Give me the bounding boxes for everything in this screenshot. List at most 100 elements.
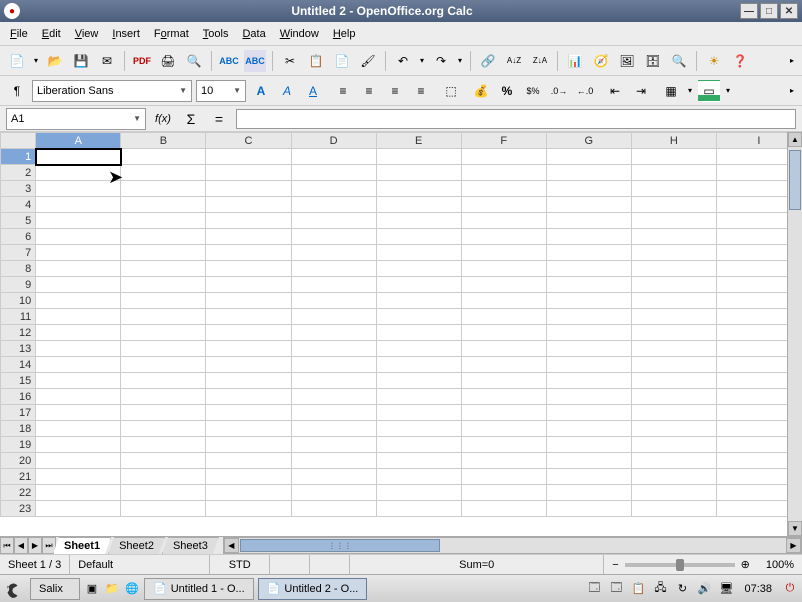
- cell-H19[interactable]: [631, 437, 716, 453]
- cell-F15[interactable]: [461, 373, 546, 389]
- cell-D14[interactable]: [291, 357, 376, 373]
- spellcheck-button[interactable]: ABC: [218, 50, 240, 72]
- cell-B5[interactable]: [121, 213, 206, 229]
- function-wizard-button[interactable]: f(x): [152, 108, 174, 130]
- row-header-21[interactable]: 21: [1, 469, 36, 485]
- cell-A9[interactable]: [36, 277, 121, 293]
- cell-A18[interactable]: [36, 421, 121, 437]
- cell-A8[interactable]: [36, 261, 121, 277]
- cell-H20[interactable]: [631, 453, 716, 469]
- start-menu-button[interactable]: [4, 578, 26, 600]
- sum-button[interactable]: Σ: [180, 108, 202, 130]
- maximize-button[interactable]: □: [760, 3, 778, 19]
- cell-F13[interactable]: [461, 341, 546, 357]
- row-header-20[interactable]: 20: [1, 453, 36, 469]
- cell-F1[interactable]: [461, 149, 546, 165]
- undo-button[interactable]: ↶: [392, 50, 414, 72]
- cell-B4[interactable]: [121, 197, 206, 213]
- column-header-C[interactable]: C: [206, 133, 291, 149]
- cell-C12[interactable]: [206, 325, 291, 341]
- cell-A22[interactable]: [36, 485, 121, 501]
- menu-data[interactable]: Data: [236, 26, 271, 42]
- cell-G23[interactable]: [546, 501, 631, 517]
- cell-A10[interactable]: [36, 293, 121, 309]
- cell-reference-input[interactable]: [11, 113, 131, 125]
- cell-G4[interactable]: [546, 197, 631, 213]
- cell-E18[interactable]: [376, 421, 461, 437]
- row-header-11[interactable]: 11: [1, 309, 36, 325]
- cell-E16[interactable]: [376, 389, 461, 405]
- menu-help[interactable]: Help: [327, 26, 362, 42]
- cell-D21[interactable]: [291, 469, 376, 485]
- zoom-slider[interactable]: [625, 563, 735, 567]
- zoom-button[interactable]: 🔍: [668, 50, 690, 72]
- currency-button[interactable]: 💰: [470, 80, 492, 102]
- autospell-button[interactable]: ABC: [244, 50, 266, 72]
- row-header-2[interactable]: 2: [1, 165, 36, 181]
- align-center-button[interactable]: ≡: [358, 80, 380, 102]
- cell-B11[interactable]: [121, 309, 206, 325]
- taskbar-task[interactable]: 📄Untitled 2 - O...: [258, 578, 368, 600]
- font-size-input[interactable]: [201, 85, 231, 97]
- paste-button[interactable]: 📄: [331, 50, 353, 72]
- toolbar-overflow[interactable]: ▸: [788, 50, 796, 72]
- tab-first-button[interactable]: ⏮: [0, 537, 14, 554]
- print-preview-button[interactable]: 🔍: [183, 50, 205, 72]
- cell-C2[interactable]: [206, 165, 291, 181]
- cell-D17[interactable]: [291, 405, 376, 421]
- cell-G9[interactable]: [546, 277, 631, 293]
- cell-B16[interactable]: [121, 389, 206, 405]
- cell-E10[interactable]: [376, 293, 461, 309]
- cell-G21[interactable]: [546, 469, 631, 485]
- sheet-table[interactable]: ABCDEFGHI1234567891011121314151617181920…: [0, 132, 802, 517]
- cell-C5[interactable]: [206, 213, 291, 229]
- cell-D18[interactable]: [291, 421, 376, 437]
- cell-G12[interactable]: [546, 325, 631, 341]
- taskbar-task[interactable]: 📄Untitled 1 - O...: [144, 578, 254, 600]
- cell-B23[interactable]: [121, 501, 206, 517]
- cell-H11[interactable]: [631, 309, 716, 325]
- align-left-button[interactable]: ≡: [332, 80, 354, 102]
- menu-insert[interactable]: Insert: [106, 26, 146, 42]
- cell-D2[interactable]: [291, 165, 376, 181]
- cell-D9[interactable]: [291, 277, 376, 293]
- cell-C15[interactable]: [206, 373, 291, 389]
- add-decimal-button[interactable]: .0→: [548, 80, 570, 102]
- cell-F17[interactable]: [461, 405, 546, 421]
- cell-B17[interactable]: [121, 405, 206, 421]
- cell-H8[interactable]: [631, 261, 716, 277]
- cell-E6[interactable]: [376, 229, 461, 245]
- undo-dropdown[interactable]: ▾: [418, 50, 426, 72]
- cell-E17[interactable]: [376, 405, 461, 421]
- cell-A2[interactable]: [36, 165, 121, 181]
- cell-B8[interactable]: [121, 261, 206, 277]
- cell-F14[interactable]: [461, 357, 546, 373]
- redo-button[interactable]: ↷: [430, 50, 452, 72]
- font-name-input[interactable]: [37, 85, 177, 97]
- cell-B9[interactable]: [121, 277, 206, 293]
- sheet-tab-sheet1[interactable]: Sheet1: [53, 537, 111, 554]
- cell-D5[interactable]: [291, 213, 376, 229]
- sheet-tab-sheet3[interactable]: Sheet3: [162, 537, 219, 554]
- cell-D16[interactable]: [291, 389, 376, 405]
- cell-H12[interactable]: [631, 325, 716, 341]
- cell-C21[interactable]: [206, 469, 291, 485]
- increase-indent-button[interactable]: ⇥: [630, 80, 652, 102]
- cell-C13[interactable]: [206, 341, 291, 357]
- cell-B15[interactable]: [121, 373, 206, 389]
- scroll-right-arrow[interactable]: ▶: [786, 538, 801, 553]
- datasources-button[interactable]: 🗄: [642, 50, 664, 72]
- filemanager-icon[interactable]: 📁: [104, 581, 120, 597]
- font-name-combo[interactable]: ▼: [32, 80, 192, 102]
- cell-G19[interactable]: [546, 437, 631, 453]
- cell-E7[interactable]: [376, 245, 461, 261]
- cell-A7[interactable]: [36, 245, 121, 261]
- row-header-1[interactable]: 1: [1, 149, 36, 165]
- gallery-button[interactable]: 🖼: [616, 50, 638, 72]
- row-header-6[interactable]: 6: [1, 229, 36, 245]
- cell-D11[interactable]: [291, 309, 376, 325]
- cell-G20[interactable]: [546, 453, 631, 469]
- cell-E8[interactable]: [376, 261, 461, 277]
- merge-cells-button[interactable]: ⬚: [440, 80, 462, 102]
- hscroll-thumb[interactable]: ⋮⋮⋮: [240, 539, 440, 552]
